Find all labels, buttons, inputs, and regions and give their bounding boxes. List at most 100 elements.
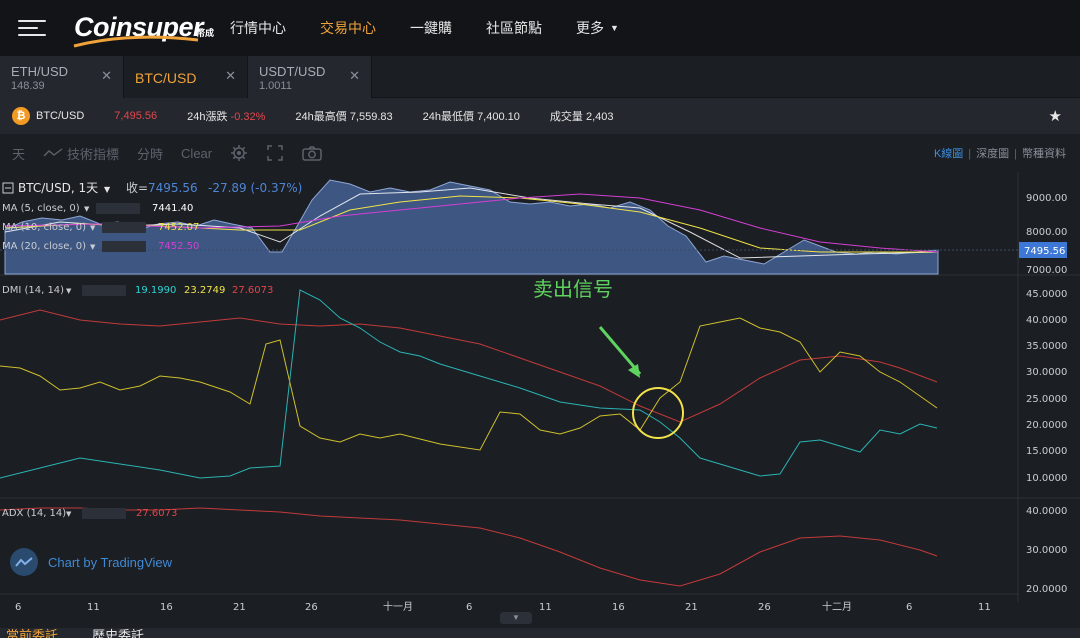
indicators-label: 技術指標 <box>67 146 120 162</box>
date-tick: 16 <box>612 602 625 613</box>
ticker-volume: 成交量 2,403 <box>550 108 614 124</box>
tab-current-orders[interactable]: 當前委託 <box>6 628 58 638</box>
dmi-tick: 10.0000 <box>1026 473 1067 484</box>
ticker-symbol: BTC/USD <box>36 110 85 122</box>
adx-value: 27.6073 <box>136 508 177 519</box>
date-tick: 11 <box>87 602 100 613</box>
nav-market-center[interactable]: 行情中心 <box>230 18 286 38</box>
nav-more-label: 更多 <box>576 20 604 36</box>
price-tick: 9000.00 <box>1026 193 1067 204</box>
view-switcher: K線圖 | 深度圖 | 幣種資料 <box>934 145 1066 161</box>
collapse-panel-chevron-icon[interactable]: ▼ <box>500 612 532 624</box>
change-value: -27.89 (-0.37%) <box>208 181 302 195</box>
dmi-controls[interactable] <box>82 285 126 296</box>
dmi-tick: 40.0000 <box>1026 315 1067 326</box>
ticker-last-price: 7,495.56 <box>114 110 158 122</box>
tradingview-watermark[interactable]: Chart by TradingView <box>10 548 172 576</box>
ma20-dropdown-icon[interactable]: ▼ <box>90 243 96 251</box>
tab-eth-usd[interactable]: ETH/USD 148.39 ✕ <box>0 56 124 98</box>
ticker-low-value: 7,400.10 <box>477 111 520 123</box>
ma10-controls[interactable] <box>102 222 146 233</box>
date-tick: 11 <box>539 602 552 613</box>
view-separator: | <box>968 148 972 160</box>
ma20-legend[interactable]: MA (20, close, 0) <box>2 241 86 252</box>
nav-more[interactable]: 更多 ▼ <box>576 18 619 38</box>
ticker-volume-value: 2,403 <box>585 111 614 123</box>
dmi-tick: 35.0000 <box>1026 341 1067 352</box>
settings-gear-icon[interactable] <box>230 144 248 162</box>
date-tick: 26 <box>305 602 318 613</box>
adx-controls[interactable] <box>82 508 126 519</box>
ma10-legend[interactable]: MA (10, close, 0) <box>2 222 86 233</box>
indicator-wave-icon <box>43 148 63 157</box>
ma20-value: 7452.50 <box>158 241 199 252</box>
ma5-dropdown-icon[interactable]: ▼ <box>84 205 90 213</box>
close-icon[interactable]: ✕ <box>225 68 236 84</box>
adx-tick: 40.0000 <box>1026 506 1067 517</box>
close-value: 7495.56 <box>148 181 198 195</box>
screenshot-button[interactable] <box>302 145 322 161</box>
ma20-controls[interactable] <box>102 241 146 252</box>
ticker-low-label: 24h最低價 <box>422 111 474 123</box>
indicators-button[interactable]: 技術指標 <box>43 144 119 163</box>
legend-dropdown-icon[interactable]: ▼ <box>104 185 111 194</box>
tab-order-history[interactable]: 歷史委託 <box>92 628 144 638</box>
price-tick: 8000.00 <box>1026 227 1067 238</box>
dmi-adx-cyan-line <box>0 289 938 479</box>
date-tick: 6 <box>15 602 21 613</box>
chart-toolbar: 天 技術指標 分時 Clear K線圖 | 深度圖 | 幣種資料 <box>0 134 1080 172</box>
date-tick: 十二月 <box>822 600 852 613</box>
dmi-dropdown-icon[interactable]: ▼ <box>66 287 72 295</box>
ticker-high-label: 24h最高價 <box>295 111 347 123</box>
timeshare-button[interactable]: 分時 <box>137 144 163 163</box>
ma5-value: 7441.40 <box>152 203 193 214</box>
nav-community-nodes[interactable]: 社區節點 <box>486 18 542 38</box>
tab-pair: USDT/USD <box>259 64 326 79</box>
close-icon[interactable]: ✕ <box>101 68 112 84</box>
tab-price: 1.0011 <box>259 80 292 92</box>
menu-icon[interactable] <box>18 18 48 38</box>
gear-icon <box>231 145 248 161</box>
ma10-dropdown-icon[interactable]: ▼ <box>90 224 96 232</box>
close-icon[interactable]: ✕ <box>349 68 360 84</box>
dmi-legend[interactable]: DMI (14, 14) <box>2 285 64 296</box>
star-icon[interactable]: ★ <box>1049 107 1062 125</box>
ticker-bar: ₿ BTC/USD 7,495.56 24h漲跌 -0.32% 24h最高價 7… <box>0 98 1080 134</box>
view-coin-info[interactable]: 幣種資料 <box>1022 148 1066 160</box>
date-tick: 11 <box>978 602 991 613</box>
dmi-tick: 30.0000 <box>1026 367 1067 378</box>
clear-button[interactable]: Clear <box>181 146 212 161</box>
logo-swoosh-icon <box>73 35 199 48</box>
nav-trading-center[interactable]: 交易中心 <box>320 18 376 38</box>
dmi-tick: 25.0000 <box>1026 394 1067 405</box>
date-tick: 6 <box>466 602 472 613</box>
last-price-tag-text: 7495.56 <box>1024 246 1065 257</box>
adx-dropdown-icon[interactable]: ▼ <box>66 510 72 518</box>
tab-usdt-usd[interactable]: USDT/USD 1.0011 ✕ <box>248 56 372 98</box>
date-tick: 6 <box>906 602 912 613</box>
date-tick: 21 <box>233 602 246 613</box>
ma5-controls[interactable] <box>96 203 140 214</box>
ticker-change-label: 24h漲跌 <box>187 111 228 123</box>
ticker-change-value: -0.32% <box>230 111 266 123</box>
dmi-value-2: 23.2749 <box>184 285 225 296</box>
view-depth[interactable]: 深度圖 <box>976 148 1009 160</box>
tab-price: 148.39 <box>11 80 45 92</box>
tradingview-icon <box>10 548 38 576</box>
logo[interactable]: Coinsuper 幣成 <box>70 8 220 48</box>
ma5-legend[interactable]: MA (5, close, 0) <box>2 203 80 214</box>
bitcoin-icon: ₿ <box>12 107 30 125</box>
nav-one-click-buy[interactable]: 一鍵購 <box>410 18 452 38</box>
main-legend[interactable]: BTC/USD, 1天 <box>18 181 98 195</box>
ticker-high: 24h最高價 7,559.83 <box>295 108 392 124</box>
dmi-value-3: 27.6073 <box>232 285 273 296</box>
interval-select[interactable]: 天 <box>12 144 25 163</box>
fullscreen-button[interactable] <box>266 144 284 162</box>
tab-btc-usd[interactable]: BTC/USD ✕ <box>124 56 248 98</box>
date-tick: 十一月 <box>383 600 413 613</box>
tradingview-label: Chart by TradingView <box>48 554 173 570</box>
adx-legend[interactable]: ADX (14, 14) <box>2 508 66 519</box>
adx-tick: 20.0000 <box>1026 584 1067 595</box>
dmi-plus-line <box>0 317 938 451</box>
view-kline[interactable]: K線圖 <box>934 148 963 160</box>
